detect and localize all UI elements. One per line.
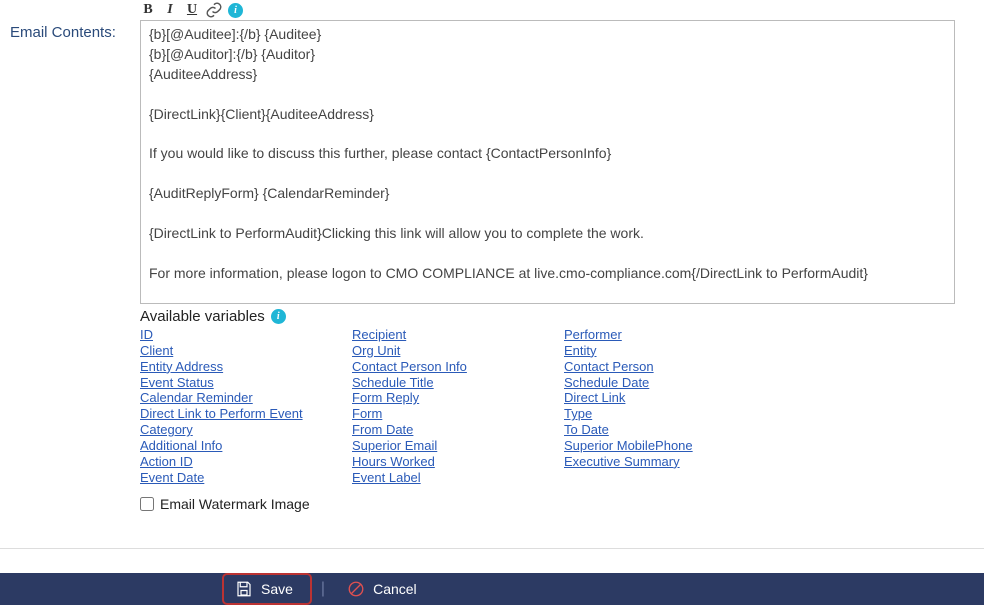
link-icon [205, 1, 223, 19]
variable-link[interactable]: Performer [564, 327, 622, 343]
bold-button[interactable]: B [140, 2, 156, 18]
variable-link[interactable]: Org Unit [352, 343, 400, 359]
watermark-label: Email Watermark Image [160, 496, 310, 512]
cancel-label: Cancel [373, 581, 417, 597]
variable-link[interactable]: Action ID [140, 454, 193, 470]
watermark-row[interactable]: Email Watermark Image [140, 496, 974, 512]
variable-link[interactable]: Recipient [352, 327, 406, 343]
variable-link[interactable]: Form Reply [352, 390, 419, 406]
variable-link[interactable]: ID [140, 327, 153, 343]
variable-link[interactable]: Superior MobilePhone [564, 438, 693, 454]
variable-link[interactable]: Event Status [140, 375, 214, 391]
editor-toolbar: B I U i [140, 2, 974, 20]
variable-link[interactable]: Direct Link to Perform Event [140, 406, 303, 422]
variable-link[interactable]: Contact Person Info [352, 359, 467, 375]
variable-link[interactable]: Hours Worked [352, 454, 435, 470]
save-button[interactable]: Save [225, 576, 309, 602]
available-variables-heading: Available variables i [140, 308, 974, 327]
save-label: Save [261, 581, 293, 597]
variable-link[interactable]: Form [352, 406, 382, 422]
variable-link[interactable]: Category [140, 422, 193, 438]
variable-link[interactable]: Entity Address [140, 359, 223, 375]
variable-link[interactable]: To Date [564, 422, 609, 438]
variable-link[interactable]: Schedule Date [564, 375, 649, 391]
email-contents-textarea[interactable] [141, 21, 954, 303]
variable-link[interactable]: Event Date [140, 470, 204, 486]
variable-link[interactable]: Calendar Reminder [140, 390, 253, 406]
section-divider [0, 548, 984, 549]
cancel-icon [347, 580, 365, 598]
variable-link[interactable]: From Date [352, 422, 413, 438]
link-button[interactable] [206, 2, 222, 18]
variable-link[interactable]: Superior Email [352, 438, 437, 454]
variables-column-2: RecipientOrg UnitContact Person InfoSche… [352, 327, 564, 486]
variables-column-3: PerformerEntityContact PersonSchedule Da… [564, 327, 794, 486]
variable-link[interactable]: Client [140, 343, 173, 359]
variable-link[interactable]: Additional Info [140, 438, 222, 454]
footer-bar: Save | Cancel [0, 571, 984, 605]
email-contents-label: Email Contents: [10, 2, 140, 41]
info-icon[interactable]: i [271, 309, 286, 324]
variables-grid: IDClientEntity AddressEvent StatusCalend… [140, 327, 974, 486]
variable-link[interactable]: Contact Person [564, 359, 654, 375]
variable-link[interactable]: Direct Link [564, 390, 625, 406]
watermark-checkbox[interactable] [140, 497, 154, 511]
available-variables-text: Available variables [140, 308, 265, 325]
footer-separator: | [321, 580, 325, 598]
italic-button[interactable]: I [162, 2, 178, 18]
underline-button[interactable]: U [184, 2, 200, 18]
variable-link[interactable]: Schedule Title [352, 375, 434, 391]
save-icon [235, 580, 253, 598]
variable-link[interactable]: Executive Summary [564, 454, 680, 470]
cancel-button[interactable]: Cancel [337, 576, 433, 602]
info-icon[interactable]: i [228, 3, 243, 18]
variables-column-1: IDClientEntity AddressEvent StatusCalend… [140, 327, 352, 486]
variable-link[interactable]: Entity [564, 343, 597, 359]
variable-link[interactable]: Type [564, 406, 592, 422]
variable-link[interactable]: Event Label [352, 470, 421, 486]
editor-container [140, 20, 955, 304]
